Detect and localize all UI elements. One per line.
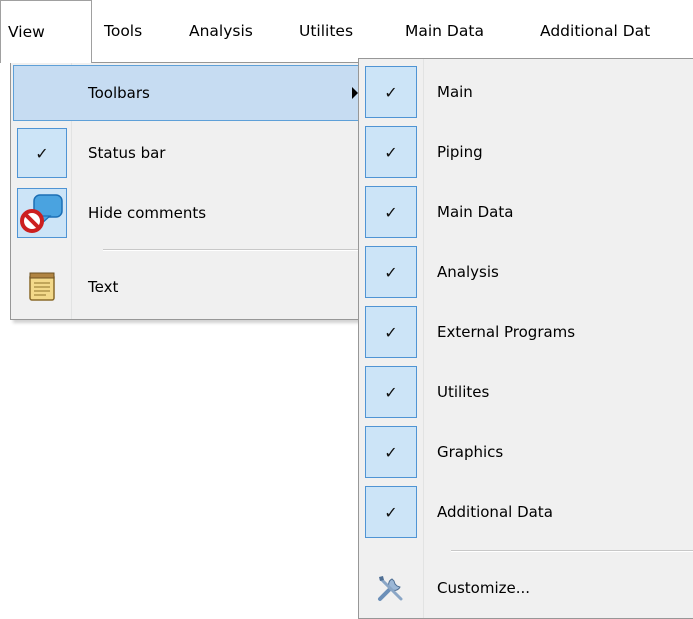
submenu-item-graphics-label: Graphics — [437, 443, 504, 461]
submenu-item-external-programs[interactable]: ✓ External Programs — [361, 303, 691, 361]
submenu-item-customize[interactable]: Customize... — [361, 559, 691, 617]
submenu-item-additional-data[interactable]: ✓ Additional Data — [361, 483, 691, 541]
submenu-item-analysis[interactable]: ✓ Analysis — [361, 243, 691, 301]
check-icon: ✓ — [365, 426, 417, 478]
submenu-item-piping[interactable]: ✓ Piping — [361, 123, 691, 181]
submenu-item-external-programs-label: External Programs — [437, 323, 576, 341]
submenu-item-piping-label: Piping — [437, 143, 483, 161]
submenu-item-main-data[interactable]: ✓ Main Data — [361, 183, 691, 241]
check-icon: ✓ — [365, 66, 417, 118]
hide-comments-icon — [17, 188, 67, 238]
menu-tools-label: Tools — [104, 22, 143, 40]
menu-bar: View Tools Analysis Utilites Main Data A… — [0, 0, 693, 63]
menu-item-status-bar-label: Status bar — [88, 144, 166, 162]
submenu-item-additional-data-label: Additional Data — [437, 503, 553, 521]
menu-item-text-label: Text — [88, 278, 119, 296]
menu-analysis-label: Analysis — [189, 22, 253, 40]
check-icon: ✓ — [365, 306, 417, 358]
menu-view[interactable]: View — [0, 0, 92, 63]
submenu-item-main-label: Main — [437, 83, 473, 101]
submenu-item-main[interactable]: ✓ Main — [361, 63, 691, 121]
toolbars-submenu: ✓ Main ✓ Piping ✓ Main Data ✓ Analysis ✓… — [358, 58, 693, 619]
menu-item-hide-comments-label: Hide comments — [88, 204, 207, 222]
submenu-item-utilites[interactable]: ✓ Utilites — [361, 363, 691, 421]
menu-view-label: View — [8, 23, 45, 41]
view-menu: Toolbars ✓ Status bar Hide comments Text — [10, 62, 372, 320]
check-icon: ✓ — [365, 126, 417, 178]
toolbars-submenu-separator — [451, 550, 693, 552]
menu-additional-data-label: Additional Dat — [540, 22, 651, 40]
check-icon: ✓ — [17, 128, 67, 178]
submenu-item-customize-label: Customize... — [437, 579, 531, 597]
menu-analysis[interactable]: Analysis — [189, 0, 253, 63]
menu-item-text[interactable]: Text — [13, 259, 369, 315]
view-menu-separator — [103, 249, 367, 251]
menu-utilites[interactable]: Utilites — [299, 0, 353, 63]
menu-additional-data[interactable]: Additional Dat — [540, 0, 650, 63]
tools-icon — [365, 562, 417, 614]
submenu-item-analysis-label: Analysis — [437, 263, 499, 281]
menu-item-toolbars[interactable]: Toolbars — [13, 65, 369, 121]
menu-item-toolbars-label: Toolbars — [88, 84, 150, 102]
submenu-item-utilites-label: Utilites — [437, 383, 490, 401]
check-icon: ✓ — [365, 186, 417, 238]
menu-utilites-label: Utilites — [299, 22, 354, 40]
submenu-item-main-data-label: Main Data — [437, 203, 514, 221]
menu-item-hide-comments[interactable]: Hide comments — [13, 185, 369, 241]
check-icon: ✓ — [365, 486, 417, 538]
submenu-item-graphics[interactable]: ✓ Graphics — [361, 423, 691, 481]
menu-tools[interactable]: Tools — [104, 0, 142, 63]
check-icon: ✓ — [365, 246, 417, 298]
check-icon: ✓ — [365, 366, 417, 418]
menu-main-data-label: Main Data — [405, 22, 484, 40]
menu-item-status-bar[interactable]: ✓ Status bar — [13, 125, 369, 181]
notepad-icon — [17, 262, 67, 312]
menu-main-data[interactable]: Main Data — [405, 0, 484, 63]
